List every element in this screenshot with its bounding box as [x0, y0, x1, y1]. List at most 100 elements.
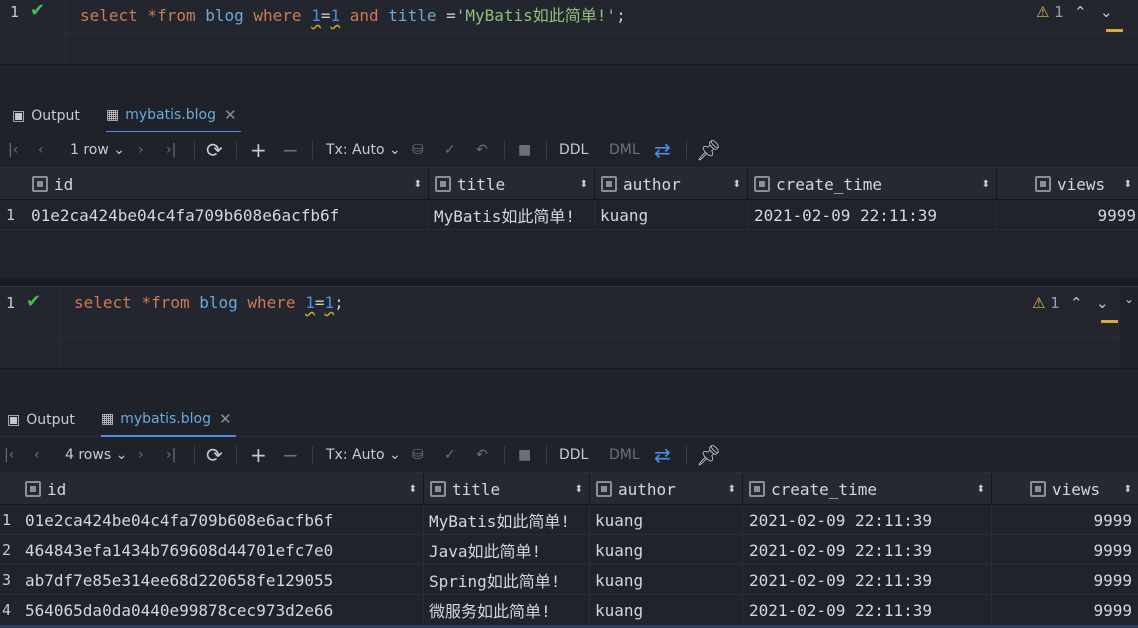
sort-icon[interactable]: ⬍	[733, 179, 741, 190]
scroll-up-icon[interactable]: ⌄	[1124, 292, 1134, 306]
sort-icon[interactable]: ⬍	[1124, 484, 1132, 495]
next-page-icon[interactable]: ›	[138, 437, 144, 473]
cell-id[interactable]: 01e2ca424be04c4fa709b608e6acfb6f	[21, 505, 424, 535]
cell-id[interactable]: 01e2ca424be04c4fa709b608e6acfb6f	[26, 200, 429, 230]
sort-icon[interactable]: ⬍	[580, 179, 588, 190]
column-header-author[interactable]: author ⬍	[595, 168, 748, 200]
query-editor-1[interactable]: 1 ✔ select *from blog where 1 = 1 and titl…	[0, 0, 1138, 64]
cell-author[interactable]: kuang	[595, 200, 748, 230]
tab-output[interactable]: ▣ Output	[7, 403, 75, 437]
column-header-create-time[interactable]: create_time ⬍	[748, 168, 997, 200]
sort-icon[interactable]: ⬍	[977, 484, 985, 495]
cell-views[interactable]: 9999	[997, 200, 1138, 230]
cell-views[interactable]: 9999	[992, 565, 1138, 595]
pin-icon[interactable]: 📌︎	[696, 437, 721, 473]
cell-title[interactable]: Spring如此简单!	[424, 565, 590, 595]
cell-id[interactable]: ab7df7e85e314ee68d220658fe129055	[21, 565, 424, 595]
compare-icon[interactable]: ⇄	[654, 437, 671, 473]
first-page-icon[interactable]: |‹	[4, 437, 14, 473]
submit-changes-icon[interactable]: ⛁	[412, 437, 424, 473]
stop-icon[interactable]: ■	[518, 437, 531, 473]
row-count-select[interactable]: 4 rows ⌄	[65, 437, 127, 473]
sort-icon[interactable]: ⬍	[414, 179, 422, 190]
previous-page-icon[interactable]: ‹	[38, 132, 44, 168]
previous-highlight-button[interactable]: ⌃	[1074, 3, 1087, 21]
refresh-icon[interactable]: ⟳	[206, 437, 223, 473]
cell-views[interactable]: 9999	[992, 595, 1138, 625]
next-page-icon[interactable]: ›	[138, 132, 144, 168]
cell-id[interactable]: 464843efa1434b769608d44701efc7e0	[21, 535, 424, 565]
submit-changes-icon[interactable]: ⛁	[412, 132, 424, 168]
last-page-icon[interactable]: ›|	[166, 437, 176, 473]
cell-author[interactable]: kuang	[590, 505, 743, 535]
rollback-icon[interactable]: ↶	[476, 132, 488, 168]
dml-button[interactable]: DML	[609, 132, 640, 168]
column-header-views[interactable]: views ⬍	[997, 168, 1138, 200]
dml-button[interactable]: DML	[609, 437, 640, 473]
compare-icon[interactable]: ⇄	[654, 132, 671, 168]
cell-title[interactable]: Java如此简单!	[424, 535, 590, 565]
cell-title[interactable]: MyBatis如此简单!	[429, 200, 595, 230]
cell-author[interactable]: kuang	[590, 535, 743, 565]
cell-create-time[interactable]: 2021-02-09 22:11:39	[748, 200, 997, 230]
column-header-create-time[interactable]: create_time ⬍	[743, 473, 992, 505]
cell-views[interactable]: 9999	[992, 505, 1138, 535]
stop-icon[interactable]: ■	[518, 132, 531, 168]
column-header-title[interactable]: title ⬍	[424, 473, 590, 505]
cell-create-time[interactable]: 2021-02-09 22:11:39	[743, 535, 992, 565]
close-icon[interactable]: ✕	[224, 106, 237, 124]
last-page-icon[interactable]: ›|	[166, 132, 176, 168]
column-header-title[interactable]: title ⬍	[429, 168, 595, 200]
table-row[interactable]: 3 ab7df7e85e314ee68d220658fe129055 Sprin…	[0, 565, 1138, 595]
sql-statement[interactable]: select *from blog where 1=1;	[74, 293, 344, 312]
delete-row-icon[interactable]: −	[282, 437, 299, 473]
cell-title[interactable]: MyBatis如此简单!	[424, 505, 590, 535]
table-row[interactable]: 4 564065da0da0440e99878cec973d2e66 微服务如此…	[0, 595, 1138, 628]
add-row-icon[interactable]: +	[250, 437, 267, 473]
warning-indicator[interactable]: ⚠ 1	[1032, 294, 1060, 312]
column-header-id[interactable]: id ⬍	[21, 473, 424, 505]
tab-mybatis-blog[interactable]: ▦ mybatis.blog ✕	[101, 403, 236, 437]
first-page-icon[interactable]: |‹	[8, 132, 18, 168]
ddl-button[interactable]: DDL	[559, 132, 588, 168]
previous-page-icon[interactable]: ‹	[34, 437, 40, 473]
pin-icon[interactable]: 📌︎	[696, 132, 721, 168]
previous-highlight-button[interactable]: ⌃	[1070, 294, 1083, 312]
column-header-views[interactable]: views ⬍	[992, 473, 1138, 505]
sort-icon[interactable]: ⬍	[1124, 179, 1132, 190]
cell-create-time[interactable]: 2021-02-09 22:11:39	[743, 595, 992, 625]
commit-icon[interactable]: ✓	[444, 132, 456, 168]
sql-statement[interactable]: select *from blog where 1=1 and title ='…	[80, 2, 626, 26]
warning-indicator[interactable]: ⚠ 1	[1036, 3, 1064, 21]
query-editor-2[interactable]: 1 ✔ select *from blog where 1=1; ⚠ 1 ⌃ ⌄…	[0, 288, 1138, 368]
cell-title[interactable]: 微服务如此简单!	[424, 595, 590, 625]
column-header-id[interactable]: id ⬍	[26, 168, 429, 200]
cell-create-time[interactable]: 2021-02-09 22:11:39	[743, 505, 992, 535]
tab-mybatis-blog[interactable]: ▦ mybatis.blog ✕	[106, 99, 241, 133]
delete-row-icon[interactable]: −	[282, 132, 299, 168]
sort-icon[interactable]: ⬍	[728, 484, 736, 495]
transaction-mode-select[interactable]: Tx: Auto ⌄	[326, 437, 401, 473]
sort-icon[interactable]: ⬍	[409, 484, 417, 495]
refresh-icon[interactable]: ⟳	[206, 132, 223, 168]
transaction-mode-select[interactable]: Tx: Auto ⌄	[326, 132, 401, 168]
tab-output[interactable]: ▣ Output	[12, 99, 80, 133]
cell-author[interactable]: kuang	[590, 595, 743, 625]
rollback-icon[interactable]: ↶	[476, 437, 488, 473]
next-highlight-button[interactable]: ⌄	[1100, 3, 1113, 21]
table-row[interactable]: 1 01e2ca424be04c4fa709b608e6acfb6f MyBat…	[0, 505, 1138, 535]
commit-icon[interactable]: ✓	[444, 437, 456, 473]
column-header-author[interactable]: author ⬍	[590, 473, 743, 505]
pane-splitter[interactable]	[0, 278, 1138, 287]
cell-author[interactable]: kuang	[590, 565, 743, 595]
row-count-select[interactable]: 1 row ⌄	[70, 132, 125, 168]
cell-id[interactable]: 564065da0da0440e99878cec973d2e66	[21, 595, 424, 625]
editor-scrollbar[interactable]: ⌄	[1118, 288, 1138, 368]
close-icon[interactable]: ✕	[219, 410, 232, 428]
add-row-icon[interactable]: +	[250, 132, 267, 168]
sort-icon[interactable]: ⬍	[982, 179, 990, 190]
table-row[interactable]: 2 464843efa1434b769608d44701efc7e0 Java如…	[0, 535, 1138, 565]
cell-views[interactable]: 9999	[992, 535, 1138, 565]
ddl-button[interactable]: DDL	[559, 437, 588, 473]
next-highlight-button[interactable]: ⌄	[1096, 294, 1109, 312]
